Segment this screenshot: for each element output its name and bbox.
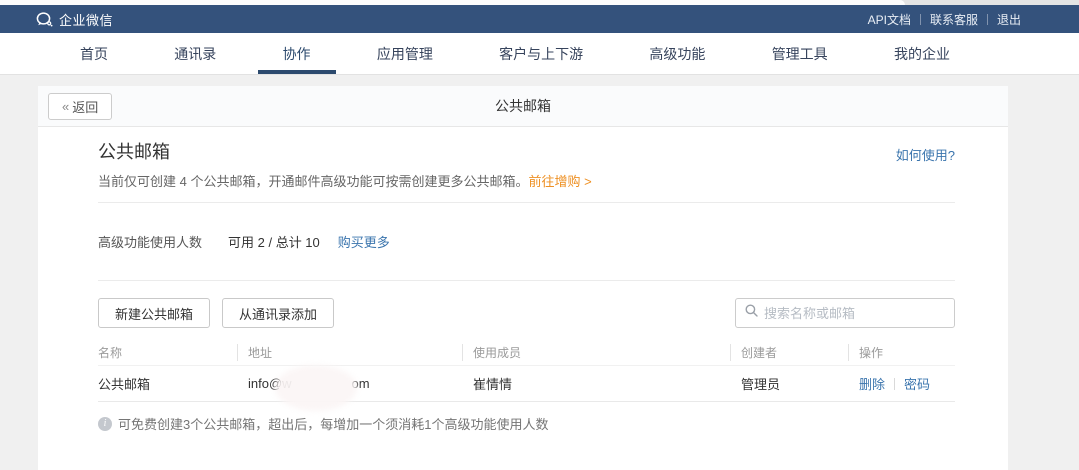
- search-input[interactable]: [764, 306, 945, 321]
- column-header-creator: 创建者: [730, 344, 848, 361]
- password-link[interactable]: 密码: [904, 377, 930, 392]
- brand-name: 企业微信: [59, 10, 113, 29]
- buy-more-seats-link[interactable]: 购买更多: [338, 232, 390, 251]
- mailbox-actions-cell: 删除 密码: [848, 374, 955, 393]
- quota-notice: 当前仅可创建 4 个公共邮箱，开通邮件高级功能可按需创建更多公共邮箱。前往增购 …: [98, 173, 955, 191]
- quota-label: 高级功能使用人数: [98, 232, 202, 251]
- content-card: « 返回 公共邮箱 公共邮箱 如何使用? 当前仅可创建 4 个公共邮箱，开通邮件…: [38, 86, 1008, 470]
- footnote: 可免费创建3个公共邮箱，超出后，每增加一个须消耗1个高级功能使用人数: [98, 414, 955, 433]
- address-prefix: info@w: [248, 376, 292, 391]
- wework-logo-icon: [36, 12, 53, 27]
- column-header-actions: 操作: [848, 344, 955, 361]
- quota-notice-text: 当前仅可创建 4 个公共邮箱，开通邮件高级功能可按需创建更多公共邮箱。: [98, 174, 528, 189]
- brand[interactable]: 企业微信: [36, 10, 113, 29]
- nav-tab-app-management[interactable]: 应用管理: [352, 33, 458, 74]
- logout-link[interactable]: 退出: [997, 11, 1021, 28]
- nav-tab-contacts[interactable]: 通讯录: [149, 33, 241, 74]
- nav-tab-my-company[interactable]: 我的企业: [869, 33, 975, 74]
- nav-tab-admin-tools[interactable]: 管理工具: [747, 33, 853, 74]
- mailbox-members-cell: 崔情情: [462, 374, 730, 393]
- delete-link[interactable]: 删除: [859, 377, 885, 392]
- add-from-contacts-button[interactable]: 从通讯录添加: [222, 298, 334, 328]
- topbar-separator: [920, 14, 921, 25]
- page-header-bar: « 返回 公共邮箱: [38, 86, 1008, 127]
- how-to-use-link[interactable]: 如何使用?: [896, 145, 955, 164]
- back-button-label: 返回: [72, 97, 98, 116]
- back-chevron-icon: «: [62, 99, 69, 114]
- table-header-row: 名称 地址 使用成员 创建者 操作: [98, 340, 955, 366]
- nav-tab-advanced-features[interactable]: 高级功能: [624, 33, 730, 74]
- info-icon: [98, 417, 112, 431]
- mailbox-table: 名称 地址 使用成员 创建者 操作 公共邮箱 info@w om 崔情情 管理员 …: [98, 340, 955, 402]
- page-title: 公共邮箱: [98, 141, 955, 163]
- browser-window-edge-white: [0, 0, 905, 5]
- advanced-feature-quota-row: 高级功能使用人数 可用 2 / 总计 10 购买更多: [98, 203, 955, 280]
- column-header-address: 地址: [237, 344, 462, 361]
- mailbox-creator-cell: 管理员: [730, 374, 848, 393]
- search-box[interactable]: [735, 298, 955, 328]
- nav-tab-collaboration[interactable]: 协作: [258, 33, 336, 74]
- column-header-name: 名称: [98, 344, 237, 361]
- quota-value: 可用 2 / 总计 10: [228, 232, 320, 251]
- divider: [98, 280, 955, 281]
- create-mailbox-button[interactable]: 新建公共邮箱: [98, 298, 210, 328]
- table-row: 公共邮箱 info@w om 崔情情 管理员 删除 密码: [98, 366, 955, 402]
- mailbox-name-cell: 公共邮箱: [98, 374, 237, 393]
- nav-tab-home[interactable]: 首页: [55, 33, 133, 74]
- mailbox-address-cell: info@w om: [237, 376, 462, 391]
- page-header-title: 公共邮箱: [38, 96, 1008, 116]
- topbar: 企业微信 API文档 联系客服 退出: [0, 5, 1079, 33]
- column-header-members: 使用成员: [462, 344, 730, 361]
- back-button[interactable]: « 返回: [48, 93, 112, 120]
- footnote-text: 可免费创建3个公共邮箱，超出后，每增加一个须消耗1个高级功能使用人数: [118, 414, 548, 433]
- search-icon: [745, 304, 764, 322]
- contact-support-link[interactable]: 联系客服: [930, 11, 978, 28]
- api-doc-link[interactable]: API文档: [868, 11, 911, 28]
- topbar-links: API文档 联系客服 退出: [868, 11, 1021, 28]
- nav-tab-customers[interactable]: 客户与上下游: [474, 33, 608, 74]
- topbar-separator: [987, 14, 988, 25]
- mailbox-toolbar: 新建公共邮箱 从通讯录添加: [98, 298, 955, 328]
- actions-separator: [894, 378, 895, 390]
- browser-window-edge: [0, 0, 1079, 5]
- address-suffix: om: [352, 376, 370, 391]
- main-nav: 首页 通讯录 协作 应用管理 客户与上下游 高级功能 管理工具 我的企业: [0, 33, 1079, 75]
- buy-more-mailbox-link[interactable]: 前往增购 >: [528, 174, 591, 189]
